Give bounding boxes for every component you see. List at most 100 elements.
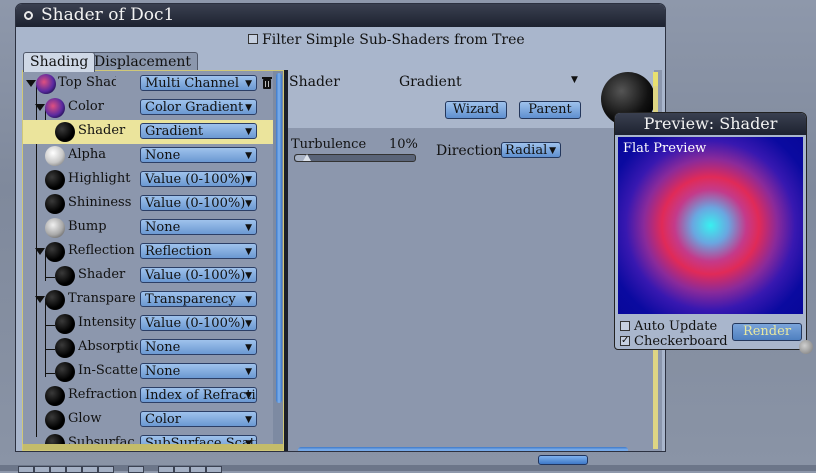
tree-row-reflection[interactable]: Reflection Reflection ▼ <box>23 240 273 264</box>
tree-row-in-scatter[interactable]: In-Scatter None ▼ <box>23 360 273 384</box>
channel-dropdown[interactable]: Color Gradient ▼ <box>140 99 257 115</box>
window-resize-handle[interactable] <box>538 455 588 465</box>
auto-update-option[interactable]: Auto Update <box>620 319 717 334</box>
expand-triangle-icon[interactable] <box>35 104 45 111</box>
shader-editor: Shader Gradient ▼ Wizard Parent Turbulen… <box>288 70 662 451</box>
channel-dropdown[interactable]: Value (0-100%) ▼ <box>140 195 257 211</box>
title-bar[interactable]: Shader of Doc1 <box>16 4 665 27</box>
channel-dropdown[interactable]: Multi Channel ▼ <box>140 75 257 91</box>
resize-handle[interactable] <box>799 340 813 354</box>
auto-update-checkbox[interactable] <box>620 320 630 331</box>
shader-type-dropdown[interactable]: Gradient <box>399 74 462 90</box>
toolbar-button[interactable] <box>18 466 34 473</box>
wizard-button[interactable]: Wizard <box>445 101 507 119</box>
tree-row-transparency[interactable]: Transpare Transparency ▼ <box>23 288 273 312</box>
channel-dropdown[interactable]: None ▼ <box>140 339 257 355</box>
tree-row-intensity[interactable]: Intensity Value (0-100%) ▼ <box>23 312 273 336</box>
turbulence-label: Turbulence <box>291 137 367 152</box>
tree-row-refraction[interactable]: Refraction Index of Refraction▼ <box>23 384 273 408</box>
channel-dropdown[interactable]: Value (0-100%) ▼ <box>140 171 257 187</box>
trash-icon[interactable] <box>261 76 273 90</box>
turbulence-slider-knob[interactable] <box>303 154 311 161</box>
preview-window-title[interactable]: Preview: Shader <box>615 113 806 135</box>
filter-checkbox[interactable] <box>248 34 258 44</box>
channel-dropdown[interactable]: None ▼ <box>140 147 257 163</box>
shader-ball-icon <box>45 242 65 262</box>
checkerboard-option[interactable]: ✓ Checkerboard <box>620 334 728 349</box>
chevron-down-icon: ▼ <box>245 247 252 257</box>
editor-scrollbar-cap[interactable] <box>653 72 658 86</box>
toolbar-button[interactable] <box>34 466 50 473</box>
toolbar-button[interactable] <box>206 466 222 473</box>
tree-row-absorption[interactable]: Absorptio None ▼ <box>23 336 273 360</box>
dropdown-value: Color Gradient <box>145 100 244 115</box>
tree-row-highlight[interactable]: Highlight Value (0-100%) ▼ <box>23 168 273 192</box>
tree-row-bump[interactable]: Bump None ▼ <box>23 216 273 240</box>
tree-row-label: Glow <box>68 411 102 426</box>
toolbar-button[interactable] <box>174 466 190 473</box>
toolbar-button[interactable] <box>98 466 114 473</box>
chevron-down-icon: ▼ <box>245 295 252 305</box>
tree-row-reflection-shader[interactable]: Shader Value (0-100%) ▼ <box>23 264 273 288</box>
channel-dropdown[interactable]: Value (0-100%) ▼ <box>140 267 257 283</box>
toolbar-button[interactable] <box>82 466 98 473</box>
toolbar-button[interactable] <box>50 466 66 473</box>
editor-header: Shader Gradient ▼ Wizard Parent <box>288 70 655 128</box>
preview-window: Preview: Shader Flat Preview Auto Update… <box>614 112 807 350</box>
expand-triangle-icon[interactable] <box>26 80 36 87</box>
direction-dropdown[interactable]: Radial ▼ <box>501 142 561 158</box>
filter-option[interactable]: Filter Simple Sub-Shaders from Tree <box>248 32 525 48</box>
channel-dropdown[interactable]: Value (0-100%) ▼ <box>140 315 257 331</box>
toolbar-button[interactable] <box>190 466 206 473</box>
dropdown-value: Transparency <box>145 292 236 307</box>
expand-triangle-icon[interactable] <box>35 248 45 255</box>
tree-row-label: Alpha <box>68 147 106 162</box>
tree-row-alpha[interactable]: Alpha None ▼ <box>23 144 273 168</box>
preview-canvas: Flat Preview <box>618 137 803 314</box>
shader-ball-icon <box>55 362 75 382</box>
shader-ball-icon <box>45 290 65 310</box>
tab-shading[interactable]: Shading <box>23 52 96 72</box>
tab-displacement[interactable]: Displacement <box>87 52 199 71</box>
channel-dropdown[interactable]: Color ▼ <box>140 411 257 427</box>
editor-horizontal-scrollbar[interactable] <box>298 447 628 451</box>
channel-dropdown[interactable]: None ▼ <box>140 219 257 235</box>
tree-row-glow[interactable]: Glow Color ▼ <box>23 408 273 432</box>
tree-row-top-shader[interactable]: Top Shade Multi Channel ▼ <box>23 72 273 96</box>
window-menu-icon[interactable] <box>24 11 33 20</box>
tree-row-color[interactable]: Color Color Gradient ▼ <box>23 96 273 120</box>
toolbar-button[interactable] <box>66 466 82 473</box>
shader-ball-icon <box>55 338 75 358</box>
toolbar-button[interactable] <box>128 466 144 473</box>
tree-row-shininess[interactable]: Shininess Value (0-100%) ▼ <box>23 192 273 216</box>
dropdown-value: Gradient <box>145 124 204 139</box>
channel-dropdown[interactable]: Index of Refraction▼ <box>140 387 257 403</box>
toolbar-button[interactable] <box>158 466 174 473</box>
turbulence-slider[interactable] <box>294 154 416 162</box>
chevron-down-icon: ▼ <box>245 199 252 209</box>
channel-dropdown[interactable]: None ▼ <box>140 363 257 379</box>
channel-dropdown[interactable]: Transparency ▼ <box>140 291 257 307</box>
channel-dropdown[interactable]: Gradient ▼ <box>140 123 257 139</box>
parent-button[interactable]: Parent <box>519 101 581 119</box>
tree-row-color-shader[interactable]: Shader Gradient ▼ <box>23 120 273 144</box>
dropdown-value: Value (0-100%) <box>145 172 246 187</box>
tree-scrollbar-thumb[interactable] <box>276 73 282 403</box>
chevron-down-icon: ▼ <box>245 127 252 137</box>
tree-row-label: Transpare <box>68 291 136 306</box>
shader-ball-icon <box>55 314 75 334</box>
chevron-down-icon[interactable]: ▼ <box>571 75 578 85</box>
channel-dropdown[interactable]: Reflection ▼ <box>140 243 257 259</box>
checkerboard-label: Checkerboard <box>634 334 728 349</box>
bottom-toolbar <box>0 465 816 471</box>
chevron-down-icon: ▼ <box>245 391 252 401</box>
checkerboard-checkbox[interactable]: ✓ <box>620 335 630 346</box>
dropdown-value: None <box>145 364 181 379</box>
dropdown-value: None <box>145 340 181 355</box>
shader-ball-icon <box>45 410 65 430</box>
chevron-down-icon: ▼ <box>245 175 252 185</box>
shader-ball-icon <box>45 386 65 406</box>
render-button[interactable]: Render <box>732 323 802 341</box>
preview-mode-label[interactable]: Flat Preview <box>623 141 706 156</box>
expand-triangle-icon[interactable] <box>35 296 45 303</box>
